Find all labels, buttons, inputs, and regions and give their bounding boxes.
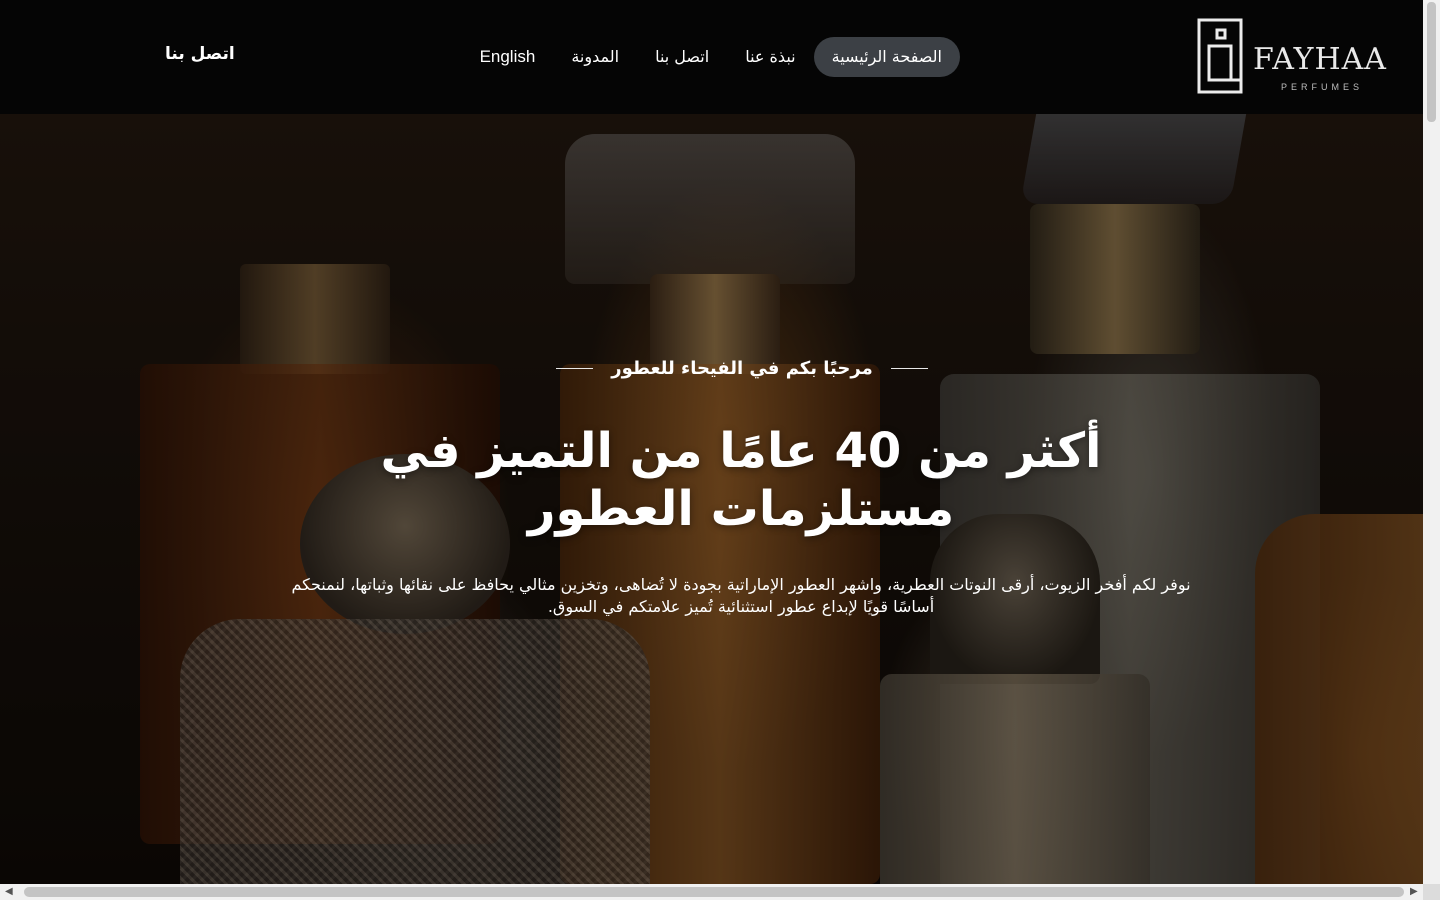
nav-item-home[interactable]: الصفحة الرئيسية	[813, 37, 960, 77]
hero-headline: أكثر من 40 عامًا من التميز في مستلزمات ا…	[380, 423, 1102, 537]
tagline-divider	[890, 367, 928, 369]
scroll-right-arrow-icon[interactable]: ▶	[1410, 886, 1418, 897]
nav-item-contact[interactable]: اتصل بنا	[637, 37, 727, 77]
site-header: FAYHAA PERFUMES الصفحة الرئيسية نبذة عنا…	[0, 0, 1423, 114]
hero-section: مرحبًا بكم في الفيحاء للعطور أكثر من 40 …	[0, 114, 1423, 884]
brand-mark-icon	[1197, 18, 1243, 94]
tagline-divider	[556, 367, 594, 369]
hero-tagline-row: مرحبًا بكم في الفيحاء للعطور	[556, 354, 928, 382]
nav-item-blog[interactable]: المدونة	[553, 37, 637, 77]
horizontal-scroll-thumb[interactable]	[24, 887, 1404, 897]
vertical-scrollbar[interactable]	[1423, 0, 1440, 900]
main-nav: الصفحة الرئيسية نبذة عنا اتصل بنا المدون…	[440, 37, 960, 77]
nav-item-about[interactable]: نبذة عنا	[727, 37, 813, 77]
hero-description: نوفر لكم أفخر الزيوت، أرقى النوتات العطر…	[291, 575, 1191, 616]
brand-subtitle: PERFUMES	[1281, 82, 1364, 92]
vertical-scroll-thumb[interactable]	[1427, 2, 1436, 122]
hero-tagline: مرحبًا بكم في الفيحاء للعطور	[611, 357, 873, 379]
scroll-left-arrow-icon[interactable]: ◀	[5, 886, 13, 897]
header-contact-link[interactable]: اتصل بنا	[165, 44, 235, 64]
horizontal-scrollbar[interactable]: ◀ ▶	[0, 884, 1423, 900]
scrollbar-corner	[1423, 884, 1440, 900]
hero-content: مرحبًا بكم في الفيحاء للعطور أكثر من 40 …	[0, 114, 1423, 884]
brand-logo[interactable]: FAYHAA PERFUMES	[1195, 16, 1387, 98]
nav-item-language[interactable]: English	[462, 37, 554, 77]
brand-wordmark: FAYHAA	[1253, 42, 1387, 77]
